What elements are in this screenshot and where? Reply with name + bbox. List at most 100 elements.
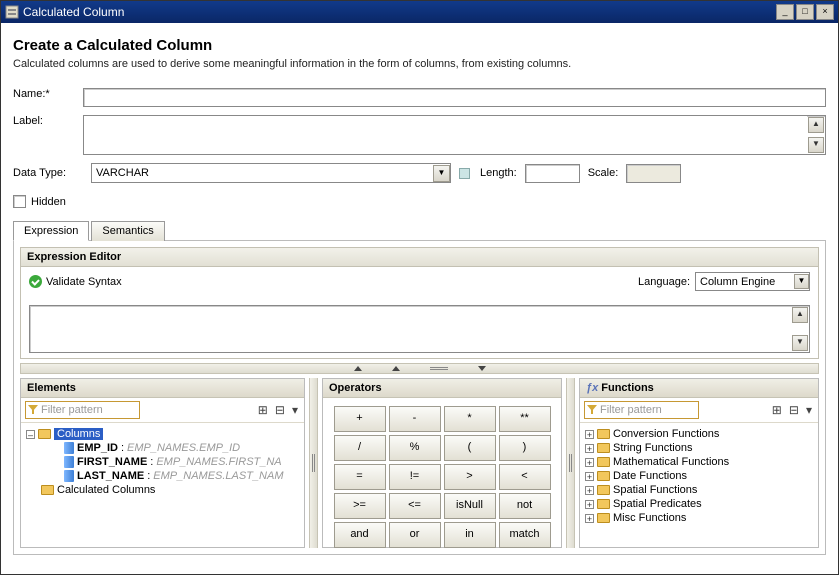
vertical-splitter[interactable] [309,378,318,548]
expand-all-button[interactable]: ⊞ [256,403,270,417]
op-or[interactable]: or [389,522,441,548]
vertical-splitter[interactable] [566,378,575,548]
col-name: EMP_ID [77,442,118,454]
triangle-up-icon [392,366,400,371]
folder-icon [38,429,51,439]
tree-node-column[interactable]: EMP_ID: EMP_NAMES.EMP_ID [26,441,299,455]
fn-category[interactable]: +Spatial Functions [585,483,813,497]
collapse-all-button[interactable]: ⊟ [273,403,287,417]
op-pow[interactable]: ** [499,406,551,432]
app-icon [5,5,19,19]
fn-category[interactable]: +Misc Functions [585,511,813,525]
fn-category[interactable]: +Mathematical Functions [585,455,813,469]
expression-tab-body: Expression Editor Validate Syntax Langua… [13,240,826,555]
expand-icon[interactable]: + [585,430,594,439]
op-mod[interactable]: % [389,435,441,461]
fn-category[interactable]: +Spatial Predicates [585,497,813,511]
tree-node-column[interactable]: LAST_NAME: EMP_NAMES.LAST_NAM [26,469,299,483]
op-mult[interactable]: * [444,406,496,432]
folder-icon [597,485,610,495]
op-lt[interactable]: < [499,464,551,490]
grip-icon [312,454,315,472]
grip-icon [569,454,572,472]
op-and[interactable]: and [334,522,386,548]
collapse-icon[interactable]: – [26,430,35,439]
expand-icon[interactable]: + [585,514,594,523]
col-name: FIRST_NAME [77,456,147,468]
validate-syntax-link[interactable]: Validate Syntax [46,276,122,288]
op-minus[interactable]: - [389,406,441,432]
functions-tree: +Conversion Functions +String Functions … [580,423,818,529]
expand-all-button[interactable]: ⊞ [770,403,784,417]
expand-icon[interactable]: + [585,500,594,509]
expand-icon[interactable]: + [585,472,594,481]
functions-panel: ƒx Functions Filter pattern ⊞ ⊟ ▾ [579,378,819,548]
tab-semantics[interactable]: Semantics [91,221,164,241]
op-match[interactable]: match [499,522,551,548]
elements-filter-input[interactable]: Filter pattern [25,401,140,419]
expand-icon[interactable]: + [585,444,594,453]
menu-button[interactable]: ▾ [804,403,814,417]
label-scroll-up[interactable]: ▲ [808,117,824,133]
length-input[interactable] [525,164,580,183]
column-icon [64,470,74,482]
tree-node-columns[interactable]: – Columns [26,427,299,441]
op-in[interactable]: in [444,522,496,548]
label-scroll-down[interactable]: ▼ [808,137,824,153]
fn-category[interactable]: +Conversion Functions [585,427,813,441]
op-isnull[interactable]: isNull [444,493,496,519]
hidden-checkbox[interactable] [13,195,26,208]
collapse-all-button[interactable]: ⊟ [787,403,801,417]
tree-label: Columns [54,428,103,440]
menu-button[interactable]: ▾ [290,403,300,417]
datatype-select[interactable]: VARCHAR ▼ [91,163,451,183]
op-neq[interactable]: != [389,464,441,490]
expr-scroll-down[interactable]: ▼ [792,335,808,351]
triangle-up-icon [354,366,362,371]
folder-icon [597,513,610,523]
expand-icon[interactable]: + [585,486,594,495]
folder-icon [597,429,610,439]
length-icon [459,168,470,179]
datatype-value: VARCHAR [96,167,149,179]
tree-node-column[interactable]: FIRST_NAME: EMP_NAMES.FIRST_NA [26,455,299,469]
op-lparen[interactable]: ( [444,435,496,461]
fn-category[interactable]: +String Functions [585,441,813,455]
check-icon [29,275,42,288]
page-title: Create a Calculated Column [13,37,826,54]
functions-filter-input[interactable]: Filter pattern [584,401,699,419]
tab-expression[interactable]: Expression [13,221,89,241]
label-textarea[interactable] [84,116,807,154]
datatype-label: Data Type: [13,167,83,179]
minimize-button[interactable]: _ [776,4,794,20]
op-plus[interactable]: + [334,406,386,432]
fn-category[interactable]: +Date Functions [585,469,813,483]
maximize-button[interactable]: □ [796,4,814,20]
expr-scroll-up[interactable]: ▲ [792,307,808,323]
scale-input [626,164,681,183]
op-gte[interactable]: >= [334,493,386,519]
op-div[interactable]: / [334,435,386,461]
hidden-label: Hidden [31,196,66,208]
operators-title: Operators [323,379,561,398]
close-button[interactable]: × [816,4,834,20]
operators-grid: + - * ** / % ( ) = != > < >= <= [323,398,561,556]
name-input[interactable] [83,88,826,107]
op-not[interactable]: not [499,493,551,519]
column-icon [64,456,74,468]
tree-node-calculated[interactable]: Calculated Columns [26,483,299,497]
tabstrip: Expression Semantics [13,220,826,241]
op-eq[interactable]: = [334,464,386,490]
grip-icon [430,367,448,370]
op-rparen[interactable]: ) [499,435,551,461]
op-lte[interactable]: <= [389,493,441,519]
horizontal-splitter[interactable] [20,363,819,374]
chevron-down-icon: ▼ [433,165,450,182]
folder-icon [597,499,610,509]
language-select[interactable]: Column Engine ▼ [695,272,810,291]
page-subtitle: Calculated columns are used to derive so… [13,58,826,70]
expand-icon[interactable]: + [585,458,594,467]
expression-textarea[interactable]: ▲ ▼ [29,305,810,353]
titlebar[interactable]: Calculated Column _ □ × [1,1,838,23]
op-gt[interactable]: > [444,464,496,490]
